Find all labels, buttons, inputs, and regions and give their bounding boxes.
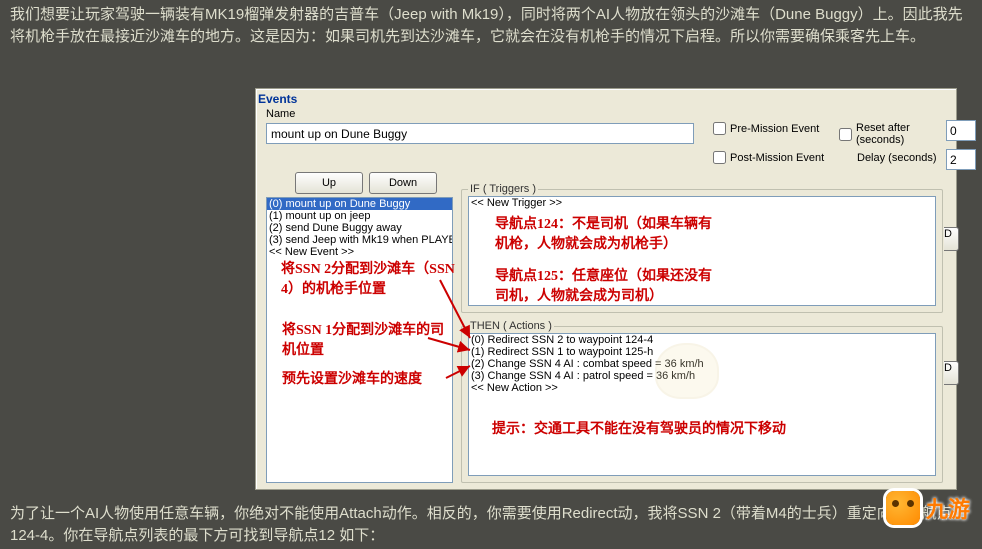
intro-paragraph: 我们想要让玩家驾驶一辆装有MK19榴弹发射器的吉普车（Jeep with Mk1… <box>0 0 982 56</box>
pre-mission-label: Pre-Mission Event <box>730 123 819 135</box>
move-down-button[interactable]: Down <box>369 172 437 194</box>
list-item[interactable]: (3) send Jeep with Mk19 when PLAYER atta… <box>267 234 452 246</box>
event-list[interactable]: (0) mount up on Dune Buggy (1) mount up … <box>266 197 453 483</box>
then-label: THEN ( Actions ) <box>468 320 554 332</box>
panel-title: Events <box>256 89 956 110</box>
logo-icon <box>886 491 920 525</box>
post-mission-label: Post-Mission Event <box>730 152 824 164</box>
site-logo: 九游 <box>886 491 970 525</box>
actions-group: THEN ( Actions ) (0) Redirect SSN 2 to w… <box>461 326 943 483</box>
outro-paragraph: 为了让一个AI人物使用任意车辆，你绝对不能使用Attach动作。相反的，你需要使… <box>10 503 972 547</box>
reset-seconds-input[interactable] <box>946 120 976 141</box>
trigger-list[interactable]: << New Trigger >> <box>468 196 936 306</box>
list-item[interactable]: (2) Change SSN 4 AI : combat speed = 36 … <box>469 358 935 370</box>
list-item[interactable]: (0) mount up on Dune Buggy <box>267 198 452 210</box>
list-item[interactable]: (2) send Dune Buggy away <box>267 222 452 234</box>
reset-after-checkbox[interactable]: Reset after (seconds) <box>839 122 956 146</box>
list-item[interactable]: << New Action >> <box>469 382 935 394</box>
if-label: IF ( Triggers ) <box>468 183 538 195</box>
list-item[interactable]: << New Event >> <box>267 246 452 258</box>
action-side-button[interactable]: D <box>944 361 959 385</box>
delay-seconds-input[interactable] <box>946 149 976 170</box>
pre-mission-box[interactable] <box>713 122 726 135</box>
list-item[interactable]: (3) Change SSN 4 AI : patrol speed = 36 … <box>469 370 935 382</box>
list-item[interactable]: (1) mount up on jeep <box>267 210 452 222</box>
name-label: Name <box>266 108 295 120</box>
pre-mission-checkbox[interactable]: Pre-Mission Event <box>713 122 819 135</box>
list-item[interactable]: (1) Redirect SSN 1 to waypoint 125-h <box>469 346 935 358</box>
event-name-input[interactable] <box>266 123 694 144</box>
delay-label: Delay (seconds) <box>857 152 936 164</box>
reset-after-label: Reset after (seconds) <box>856 122 956 146</box>
post-mission-box[interactable] <box>713 151 726 164</box>
list-item[interactable]: << New Trigger >> <box>469 197 935 209</box>
events-panel: Events Name Pre-Mission Event Post-Missi… <box>255 88 957 490</box>
logo-text: 九游 <box>926 492 970 524</box>
trigger-side-button[interactable]: D <box>944 227 959 251</box>
post-mission-checkbox[interactable]: Post-Mission Event <box>713 151 824 164</box>
reset-after-box[interactable] <box>839 128 852 141</box>
triggers-group: IF ( Triggers ) << New Trigger >> <box>461 189 943 313</box>
move-up-button[interactable]: Up <box>295 172 363 194</box>
list-item[interactable]: (0) Redirect SSN 2 to waypoint 124-4 <box>469 334 935 346</box>
action-list[interactable]: (0) Redirect SSN 2 to waypoint 124-4 (1)… <box>468 333 936 476</box>
